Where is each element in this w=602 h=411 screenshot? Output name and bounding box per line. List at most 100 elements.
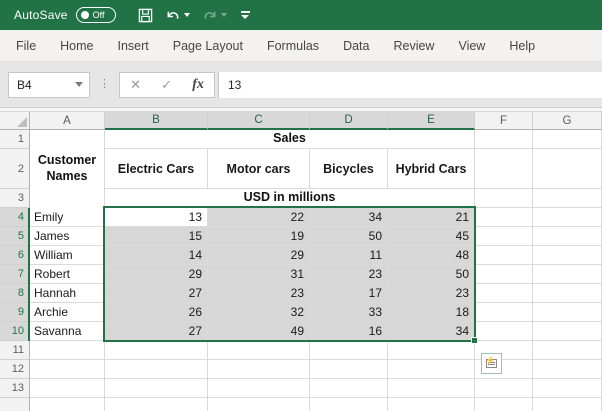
cell-f4[interactable] [475,208,533,227]
cell-g5[interactable] [533,227,602,246]
cell-a14[interactable] [30,398,105,411]
column-header-g[interactable]: G [533,112,602,130]
row-header-4[interactable]: 4 [0,208,30,227]
cell-a9[interactable]: Archie [30,303,105,322]
cell-g7[interactable] [533,265,602,284]
cell-c5[interactable]: 19 [208,227,310,246]
cell-c11[interactable] [208,341,310,360]
tab-page-layout[interactable]: Page Layout [161,30,255,61]
cell-g6[interactable] [533,246,602,265]
cell-f8[interactable] [475,284,533,303]
column-header-d[interactable]: D [310,112,388,130]
cell-c14[interactable] [208,398,310,411]
cell-b9[interactable]: 26 [105,303,208,322]
cell-a6[interactable]: William [30,246,105,265]
column-header-e[interactable]: E [388,112,475,130]
cell-e10[interactable]: 34 [388,322,475,341]
cell-g4[interactable] [533,208,602,227]
cell-f2[interactable] [475,149,533,189]
cell-b11[interactable] [105,341,208,360]
row-header-2[interactable]: 2 [0,149,30,189]
select-all-corner[interactable] [0,112,30,130]
cell-d10[interactable]: 16 [310,322,388,341]
cell-e12[interactable] [388,360,475,379]
tab-home[interactable]: Home [48,30,105,61]
cell-b12[interactable] [105,360,208,379]
undo-button[interactable] [161,6,194,25]
cell-a12[interactable] [30,360,105,379]
cell-g8[interactable] [533,284,602,303]
cell-b14[interactable] [105,398,208,411]
tab-data[interactable]: Data [331,30,381,61]
cell-c9[interactable]: 32 [208,303,310,322]
cell-header-motor-cars[interactable]: Motor cars [208,149,310,189]
tab-help[interactable]: Help [497,30,547,61]
cell-a10[interactable]: Savanna [30,322,105,341]
quick-analysis-button[interactable]: ⚡ [481,353,502,374]
cell-e11[interactable] [388,341,475,360]
row-header-10[interactable]: 10 [0,322,30,341]
cell-f14[interactable] [475,398,533,411]
row-header-5[interactable]: 5 [0,227,30,246]
cell-e6[interactable]: 48 [388,246,475,265]
cell-f7[interactable] [475,265,533,284]
cell-f1[interactable] [475,130,533,149]
cell-e4[interactable]: 21 [388,208,475,227]
tab-file[interactable]: File [4,30,48,61]
row-header-6[interactable]: 6 [0,246,30,265]
cell-c13[interactable] [208,379,310,398]
cell-a11[interactable] [30,341,105,360]
row-header-11[interactable]: 11 [0,341,30,360]
tab-insert[interactable]: Insert [106,30,161,61]
cell-f13[interactable] [475,379,533,398]
cell-g13[interactable] [533,379,602,398]
cell-f10[interactable] [475,322,533,341]
cell-usd-subtitle[interactable]: USD in millions [105,189,474,207]
cell-a8[interactable]: Hannah [30,284,105,303]
redo-button[interactable] [198,6,231,25]
cell-d9[interactable]: 33 [310,303,388,322]
cell-g2[interactable] [533,149,602,189]
row-header-3[interactable]: 3 [0,189,30,208]
customize-toolbar-button[interactable] [240,11,250,19]
column-header-a[interactable]: A [30,112,105,130]
cell-header-bicycles[interactable]: Bicycles [310,149,388,189]
cell-c4[interactable]: 22 [208,208,310,227]
row-header-14[interactable] [0,398,30,411]
cell-f5[interactable] [475,227,533,246]
cell-g3[interactable] [533,189,602,208]
cell-header-hybrid-cars[interactable]: Hybrid Cars [388,149,475,189]
cell-customer-names[interactable]: Customer Names [30,130,104,208]
cell-g14[interactable] [533,398,602,411]
cell-e8[interactable]: 23 [388,284,475,303]
cell-d13[interactable] [310,379,388,398]
cell-a4[interactable]: Emily [30,208,105,227]
cell-d11[interactable] [310,341,388,360]
cell-e14[interactable] [388,398,475,411]
cell-b8[interactable]: 27 [105,284,208,303]
formula-input[interactable]: 13 [218,71,602,98]
cell-d14[interactable] [310,398,388,411]
cell-a5[interactable]: James [30,227,105,246]
cell-g9[interactable] [533,303,602,322]
save-button[interactable] [134,6,157,25]
insert-function-button[interactable]: fx [192,77,204,93]
cell-d4[interactable]: 34 [310,208,388,227]
cell-e9[interactable]: 18 [388,303,475,322]
cell-g11[interactable] [533,341,602,360]
cell-d6[interactable]: 11 [310,246,388,265]
autosave-toggle[interactable]: Off [75,7,116,23]
row-header-1[interactable]: 1 [0,130,30,149]
cell-g12[interactable] [533,360,602,379]
cell-a13[interactable] [30,379,105,398]
row-header-13[interactable]: 13 [0,379,30,398]
row-header-8[interactable]: 8 [0,284,30,303]
cell-c7[interactable]: 31 [208,265,310,284]
cell-sales-title[interactable]: Sales [105,130,474,148]
cell-f3[interactable] [475,189,533,208]
cell-b13[interactable] [105,379,208,398]
cell-header-electric-cars[interactable]: Electric Cars [105,149,208,189]
cell-g10[interactable] [533,322,602,341]
column-header-c[interactable]: C [208,112,310,130]
cell-b10[interactable]: 27 [105,322,208,341]
